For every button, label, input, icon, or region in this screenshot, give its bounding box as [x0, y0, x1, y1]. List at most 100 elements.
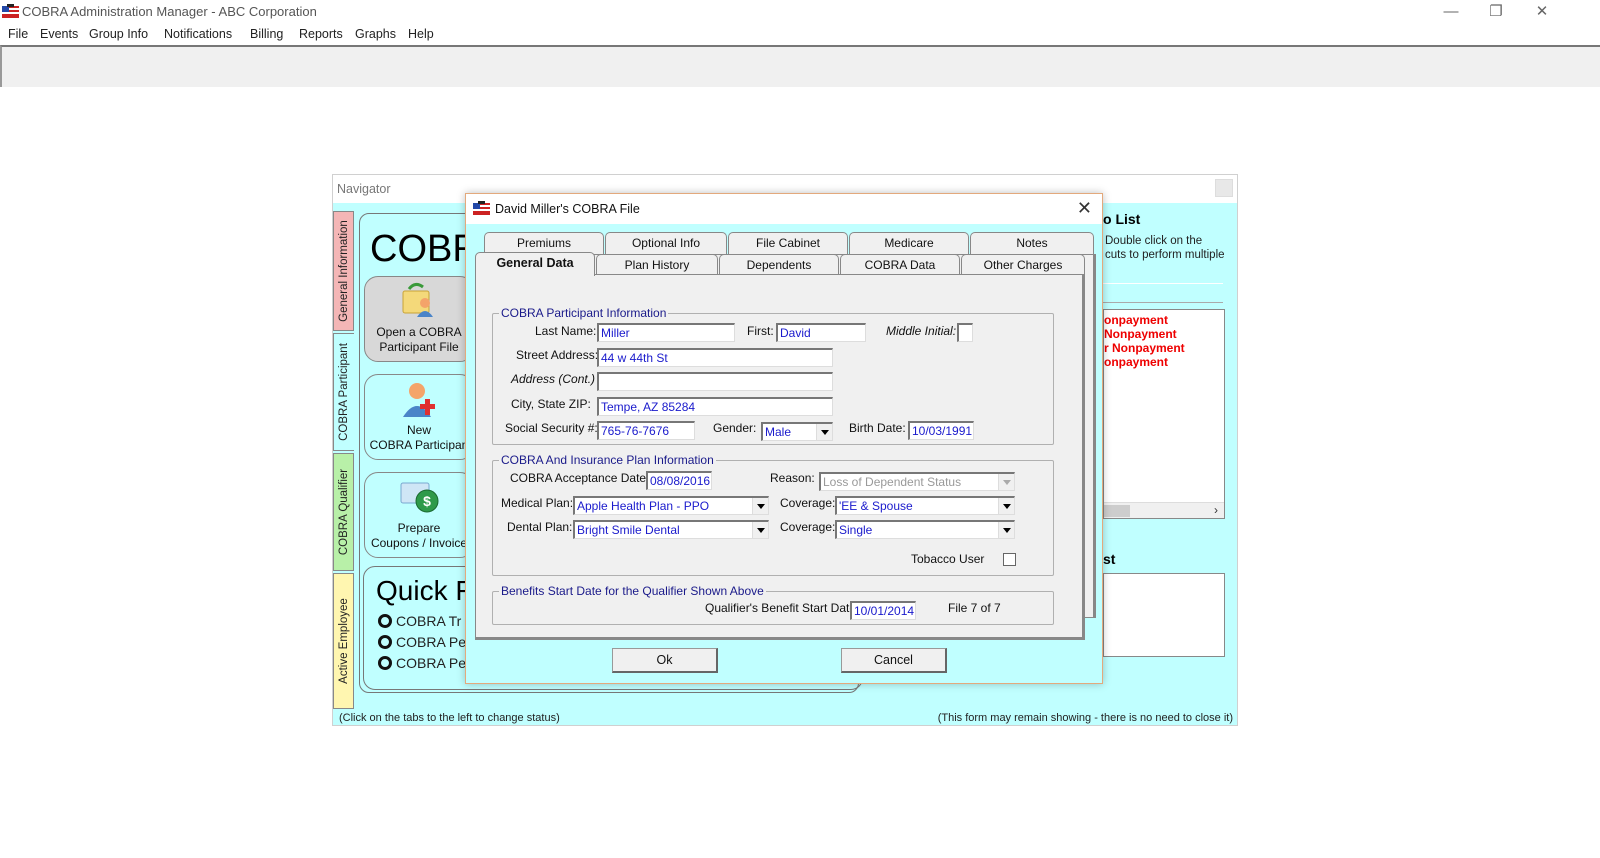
- chevron-down-icon[interactable]: [998, 498, 1014, 514]
- invoice-dollar-icon: $: [400, 482, 439, 513]
- scroll-right-icon[interactable]: ›: [1214, 503, 1218, 517]
- vtab-active-employee[interactable]: Active Employee: [333, 573, 354, 709]
- toolbar-area: [0, 45, 1600, 87]
- birth-date-field[interactable]: 10/03/1991: [908, 421, 974, 440]
- tab-other-charges[interactable]: Other Charges: [961, 254, 1085, 276]
- second-list[interactable]: [1103, 573, 1225, 657]
- benefit-start-date-field[interactable]: 10/01/2014: [850, 601, 916, 620]
- first-name-field[interactable]: David: [776, 323, 866, 342]
- participant-info-group: COBRA Participant Information Last Name:…: [492, 306, 1054, 445]
- vtab-general-information[interactable]: General Information: [333, 211, 354, 331]
- reason-select[interactable]: Loss of Dependent Status: [819, 472, 1015, 491]
- group-title: COBRA And Insurance Plan Information: [499, 453, 716, 467]
- dental-coverage-label: Coverage:: [780, 520, 836, 534]
- menu-events[interactable]: Events: [40, 27, 78, 41]
- gender-select[interactable]: Male: [761, 422, 833, 441]
- dialog-close-button[interactable]: ✕: [1077, 198, 1092, 219]
- menu-reports[interactable]: Reports: [299, 27, 343, 41]
- tab-general-data[interactable]: General Data: [475, 252, 595, 276]
- quick-item[interactable]: COBRA Tr: [378, 613, 461, 629]
- ok-button[interactable]: Ok: [612, 648, 718, 673]
- tab-cobra-data[interactable]: COBRA Data: [840, 254, 960, 276]
- chevron-down-icon[interactable]: [998, 474, 1014, 490]
- minimize-button[interactable]: —: [1428, 2, 1474, 24]
- benefit-start-date-label: Qualifier's Benefit Start Date:: [705, 601, 860, 615]
- list-item[interactable]: r Nonpayment: [1104, 341, 1185, 355]
- ssn-field[interactable]: 765-76-7676: [597, 421, 695, 440]
- menu-file[interactable]: File: [8, 27, 28, 41]
- chevron-down-icon[interactable]: [998, 522, 1014, 538]
- street-address-field[interactable]: 44 w 44th St: [597, 348, 833, 367]
- cobra-file-dialog: David Miller's COBRA File ✕ Premiums Opt…: [465, 193, 1103, 684]
- close-button[interactable]: ✕: [1519, 2, 1565, 24]
- tobacco-user-label: Tobacco User: [911, 552, 985, 566]
- menu-help[interactable]: Help: [408, 27, 434, 41]
- chevron-down-icon[interactable]: [752, 498, 768, 514]
- last-name-field[interactable]: Miller: [597, 323, 735, 342]
- app-titlebar: COBRA Administration Manager - ABC Corpo…: [0, 0, 1600, 24]
- medical-plan-select[interactable]: Apple Health Plan - PPO: [573, 496, 769, 515]
- app-flag-icon: [2, 4, 19, 18]
- prepare-coupons-invoices-button[interactable]: $ Prepare Coupons / Invoice: [364, 472, 474, 558]
- dialog-title: David Miller's COBRA File: [495, 202, 640, 216]
- menu-billing[interactable]: Billing: [250, 27, 283, 41]
- city-state-zip-field[interactable]: Tempe, AZ 85284: [597, 397, 833, 416]
- general-data-panel: COBRA Participant Information Last Name:…: [475, 274, 1085, 640]
- quick-heading: Quick F: [376, 575, 473, 606]
- open-cobra-participant-file-button[interactable]: Open a COBRA Participant File: [364, 276, 474, 362]
- todo-list[interactable]: onpayment Nonpayment r Nonpayment onpaym…: [1103, 309, 1225, 519]
- plan-info-group: COBRA And Insurance Plan Information COB…: [492, 453, 1054, 576]
- horizontal-scrollbar[interactable]: ›: [1104, 502, 1224, 518]
- navigator-close-button[interactable]: [1215, 179, 1233, 197]
- chevron-down-icon[interactable]: [816, 424, 832, 440]
- tobacco-user-checkbox[interactable]: [1003, 553, 1016, 566]
- chevron-down-icon[interactable]: [752, 522, 768, 538]
- tab-notes[interactable]: Notes: [970, 232, 1094, 254]
- scrollbar-thumb[interactable]: [1104, 505, 1130, 517]
- tab-file-cabinet[interactable]: File Cabinet: [728, 232, 848, 254]
- address-cont-field[interactable]: [597, 372, 833, 391]
- medical-coverage-select[interactable]: 'EE & Spouse: [835, 496, 1015, 515]
- open-folder-person-icon: [402, 282, 433, 317]
- navigator-title: Navigator: [337, 182, 391, 196]
- medical-coverage-label: Coverage:: [780, 496, 836, 510]
- middle-initial-label: Middle Initial:: [886, 324, 957, 338]
- menu-notifications[interactable]: Notifications: [164, 27, 232, 41]
- address-cont-label: Address (Cont.): [511, 372, 596, 386]
- group-title: Benefits Start Date for the Qualifier Sh…: [499, 584, 766, 598]
- svg-text:$: $: [423, 493, 431, 509]
- acceptance-date-field[interactable]: 08/08/2016: [646, 471, 712, 490]
- list-item[interactable]: onpayment: [1104, 313, 1168, 327]
- quick-item[interactable]: COBRA Pe: [378, 655, 466, 671]
- dental-plan-select[interactable]: Bright Smile Dental: [573, 520, 769, 539]
- medical-plan-label: Medical Plan:: [501, 496, 574, 510]
- new-cobra-participant-button[interactable]: New COBRA Participan: [364, 374, 474, 460]
- dialog-titlebar: David Miller's COBRA File ✕: [466, 194, 1102, 224]
- menu-graphs[interactable]: Graphs: [355, 27, 396, 41]
- radio-icon: [378, 656, 392, 670]
- radio-icon: [378, 614, 392, 628]
- street-address-label: Street Address:: [516, 348, 599, 362]
- reason-label: Reason:: [770, 471, 815, 485]
- navigator-heading: COBR: [370, 228, 480, 270]
- tab-optional-info[interactable]: Optional Info: [605, 232, 727, 254]
- menu-group-info[interactable]: Group Info: [89, 27, 148, 41]
- ssn-label: Social Security #:: [505, 421, 598, 435]
- dental-coverage-select[interactable]: Single: [835, 520, 1015, 539]
- tab-dependents[interactable]: Dependents: [719, 254, 839, 276]
- tab-premiums[interactable]: Premiums: [484, 232, 604, 254]
- tab-medicare[interactable]: Medicare: [849, 232, 969, 254]
- app-title: COBRA Administration Manager - ABC Corpo…: [22, 4, 317, 19]
- restore-button[interactable]: ❐: [1473, 2, 1519, 24]
- tab-plan-history[interactable]: Plan History: [596, 254, 718, 276]
- group-title: COBRA Participant Information: [499, 306, 669, 320]
- middle-initial-field[interactable]: [957, 323, 973, 342]
- navigator-footer-hint: (Click on the tabs to the left to change…: [339, 712, 560, 724]
- vtab-cobra-qualifier[interactable]: COBRA Qualifier: [333, 453, 354, 571]
- cancel-button[interactable]: Cancel: [841, 648, 947, 673]
- list-item[interactable]: onpayment: [1104, 355, 1168, 369]
- vtab-cobra-participant[interactable]: COBRA Participant: [333, 333, 354, 451]
- quick-item[interactable]: COBRA Pe: [378, 634, 466, 650]
- radio-icon: [378, 635, 392, 649]
- list-item[interactable]: Nonpayment: [1104, 327, 1177, 341]
